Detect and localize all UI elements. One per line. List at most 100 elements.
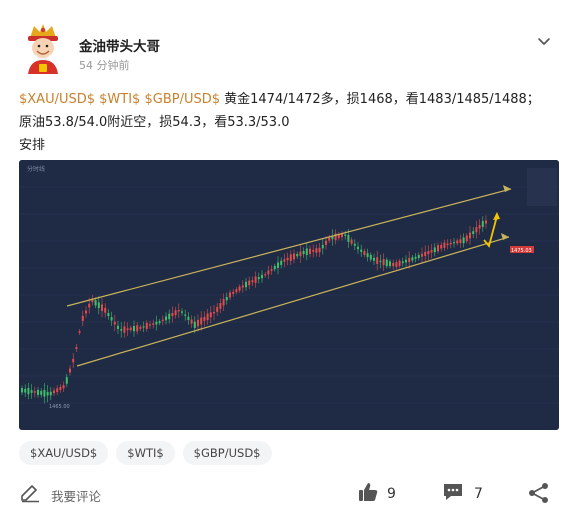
candle-body bbox=[350, 239, 353, 244]
candle-body bbox=[456, 240, 459, 244]
candle-body bbox=[433, 247, 436, 253]
chart-panel-label: 分时线 bbox=[27, 165, 45, 173]
candle-body bbox=[475, 227, 478, 233]
candle-body bbox=[405, 259, 407, 263]
candle-body bbox=[33, 391, 36, 393]
chevron-down-icon[interactable] bbox=[534, 34, 554, 50]
candle-body bbox=[209, 312, 212, 318]
chart-image[interactable]: 分时线 1475.03 1465.00 bbox=[19, 160, 559, 430]
thumbs-up-icon bbox=[357, 481, 379, 507]
candle-body bbox=[341, 234, 343, 238]
like-button[interactable]: 9 bbox=[357, 481, 396, 507]
candle-body bbox=[37, 389, 39, 395]
candle-body bbox=[152, 323, 155, 325]
comment-count: 7 bbox=[474, 486, 483, 502]
candle-body bbox=[225, 297, 228, 301]
candle-body bbox=[296, 253, 299, 257]
candle-body bbox=[27, 387, 30, 395]
like-count: 9 bbox=[387, 486, 396, 502]
candle-body bbox=[30, 390, 33, 393]
comment-icon bbox=[442, 481, 464, 507]
candle-body bbox=[190, 319, 193, 324]
candle-body bbox=[142, 326, 145, 328]
share-button[interactable] bbox=[528, 482, 550, 508]
tag-chip-gbp[interactable]: $GBP/USD$ bbox=[182, 441, 272, 465]
candle-body bbox=[347, 234, 350, 242]
candle-body bbox=[187, 316, 190, 321]
candle-body bbox=[453, 242, 455, 244]
candle-body bbox=[46, 391, 49, 396]
candle-body bbox=[123, 326, 126, 333]
candle-body bbox=[43, 389, 46, 397]
reply-count-button[interactable]: 7 bbox=[442, 481, 483, 507]
tag-chip-wti[interactable]: $WTI$ bbox=[116, 441, 175, 465]
candle-body bbox=[267, 270, 270, 275]
candle-body bbox=[136, 325, 139, 332]
candle-body bbox=[65, 377, 68, 384]
candle-body bbox=[75, 347, 78, 349]
candle-body bbox=[24, 388, 27, 393]
candle-body bbox=[366, 253, 369, 258]
candle-body bbox=[62, 385, 65, 389]
avatar[interactable] bbox=[22, 24, 64, 76]
candle-body bbox=[113, 321, 116, 325]
candle-body bbox=[369, 254, 372, 260]
candle-body bbox=[414, 256, 417, 259]
candle-body bbox=[120, 329, 123, 331]
candle-body bbox=[449, 242, 452, 245]
candle-body bbox=[462, 237, 465, 244]
candle-body bbox=[49, 391, 52, 396]
post-card: 金油带头大哥 54 分钟前 $XAU/USD$ $WTI$ $GBP/USD$ … bbox=[0, 0, 585, 523]
price-panel bbox=[527, 168, 557, 206]
candle-body bbox=[81, 315, 84, 321]
candle-body bbox=[286, 257, 289, 261]
candle-body bbox=[72, 358, 75, 363]
candle-body bbox=[59, 386, 62, 390]
candle-body bbox=[328, 237, 331, 241]
candle-body bbox=[305, 248, 308, 256]
candle-body bbox=[357, 246, 359, 250]
comment-button[interactable]: 我要评论 bbox=[19, 483, 101, 507]
candle-body bbox=[443, 242, 446, 248]
candle-body bbox=[408, 257, 411, 263]
candle-body bbox=[78, 331, 81, 333]
author-name[interactable]: 金油带头大哥 bbox=[79, 35, 160, 55]
candle-body bbox=[283, 259, 286, 262]
candle-body bbox=[245, 281, 247, 288]
tag-chip-xau[interactable]: $XAU/USD$ bbox=[19, 441, 109, 465]
candle-body bbox=[254, 276, 257, 283]
inline-tag-xau[interactable]: $XAU/USD$ bbox=[19, 92, 95, 107]
candle-body bbox=[251, 280, 254, 283]
candle-body bbox=[219, 303, 222, 309]
candle-body bbox=[133, 325, 135, 332]
post-footer: 我要评论 9 7 bbox=[0, 478, 585, 512]
candle-body bbox=[139, 326, 142, 329]
candle-body bbox=[424, 251, 427, 256]
candle-body bbox=[145, 322, 148, 329]
candle-body bbox=[309, 248, 311, 254]
candle-body bbox=[478, 225, 481, 229]
candle-body bbox=[40, 390, 43, 395]
candle-body bbox=[85, 310, 87, 314]
inline-tag-gbp[interactable]: $GBP/USD$ bbox=[144, 92, 220, 107]
candle-body bbox=[171, 313, 174, 317]
candle-body bbox=[373, 257, 375, 261]
candle-body bbox=[437, 245, 439, 252]
candle-body bbox=[181, 311, 183, 313]
candle-body bbox=[155, 321, 158, 325]
candle-body bbox=[430, 249, 433, 253]
inline-tag-wti[interactable]: $WTI$ bbox=[99, 92, 140, 107]
candle-body bbox=[261, 274, 263, 279]
candle-body bbox=[277, 262, 279, 268]
candle-body bbox=[53, 390, 55, 394]
candle-body bbox=[110, 317, 113, 321]
candle-body bbox=[264, 274, 267, 276]
candle-body bbox=[200, 317, 203, 325]
candle-body bbox=[101, 304, 103, 311]
candle-body bbox=[165, 316, 167, 321]
candle-body bbox=[216, 307, 219, 312]
candle-body bbox=[248, 280, 251, 286]
candle-body bbox=[241, 285, 244, 288]
candle-body bbox=[469, 232, 471, 239]
candle-body bbox=[104, 307, 107, 313]
